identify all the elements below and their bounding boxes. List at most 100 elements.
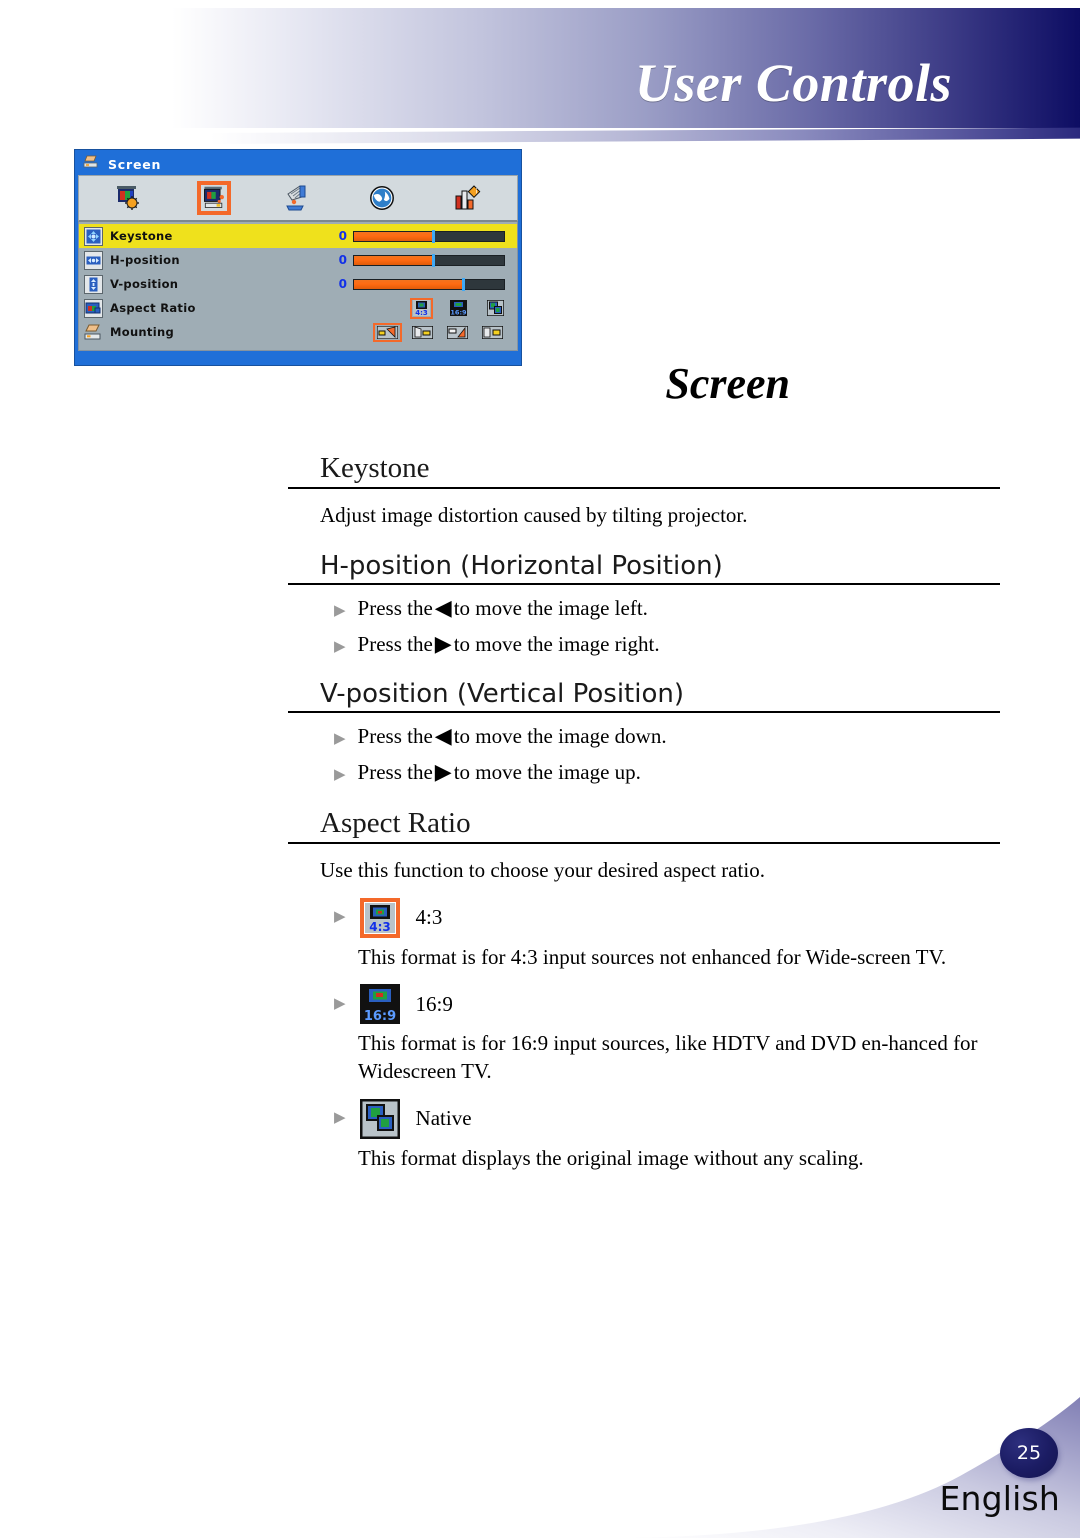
aspect-16-9-icon: 16:9: [359, 984, 400, 1025]
svg-text:4:3: 4:3: [415, 309, 428, 316]
bullet-text-pre: Press the: [357, 596, 433, 621]
aspect-4-3-description: This format is for 4:3 input sources not…: [358, 944, 947, 969]
slider-fill: [354, 279, 462, 289]
h-position-slider[interactable]: [353, 253, 505, 267]
main-content: Keystone Adjust image distortion caused …: [288, 430, 1000, 1173]
language-label: English: [939, 1479, 1060, 1518]
osd-toolbar-image-icon[interactable]: [112, 181, 146, 215]
page-number: 25: [1016, 1442, 1042, 1464]
osd-aspect-4-3-option[interactable]: 4:3: [410, 297, 433, 319]
osd-row-label: H-position: [110, 253, 180, 267]
aspect-option-label: Native: [415, 1106, 472, 1131]
osd-aspect-16-9-option[interactable]: 16:9: [449, 300, 468, 317]
osd-mount-rear-ceiling-option[interactable]: [480, 325, 505, 340]
svg-text:16:9: 16:9: [363, 1009, 395, 1024]
bullet-triangle-icon: ▶: [334, 1110, 346, 1127]
left-arrow-icon: ◀: [434, 595, 452, 621]
slider-marker: [462, 277, 465, 291]
osd-row-aspect-ratio[interactable]: Aspect Ratio 4:3 16:9: [79, 296, 517, 320]
osd-toolbar-language-globe-icon[interactable]: [365, 181, 399, 215]
v-position-slider[interactable]: [353, 277, 505, 291]
osd-row-mounting[interactable]: Mounting: [79, 320, 517, 344]
osd-row-keystone[interactable]: Keystone 0: [79, 224, 517, 248]
bullet-triangle-icon: ▶: [334, 767, 346, 784]
osd-screenshot: Screen i Keystone 0 H-position 0 V-posit…: [74, 149, 522, 366]
page-title: User Controls: [634, 53, 952, 113]
slider-fill: [354, 255, 432, 265]
osd-aspect-native-option[interactable]: [486, 300, 505, 317]
list-item-aspect-4-3: ▶ 4:3 4:3: [288, 897, 1000, 938]
bullet-text-pre: Press the: [357, 760, 433, 785]
slider-marker: [432, 229, 435, 243]
mounting-icon: [83, 155, 100, 174]
bullet-triangle-icon: ▶: [334, 603, 346, 620]
bullet-triangle-icon: ▶: [334, 995, 346, 1012]
osd-aspect-option-group: 4:3 16:9: [410, 297, 505, 319]
svg-text:i: i: [475, 188, 477, 196]
slider-marker: [432, 253, 435, 267]
bullet-text-pre: Press the: [357, 724, 433, 749]
aspect-ratio-icon: [84, 298, 103, 318]
right-arrow-icon: ▶: [434, 631, 452, 657]
subsection-title-vposition: V-position (Vertical Position): [288, 679, 1000, 714]
list-item: ▶ Press the ◀ to move the image down.: [288, 724, 1000, 749]
keystone-icon: [84, 226, 103, 246]
osd-row-v-position[interactable]: V-position 0: [79, 272, 517, 296]
right-arrow-icon: ▶: [434, 759, 452, 785]
bullet-text-pre: Press the: [357, 632, 433, 657]
svg-text:16:9: 16:9: [450, 309, 467, 317]
osd-toolbar-options-icon[interactable]: i: [450, 181, 484, 215]
bullet-text-post: to move the image down.: [453, 724, 667, 749]
svg-text:4:3: 4:3: [369, 920, 391, 933]
osd-toolbar-screen-icon[interactable]: [196, 181, 231, 215]
list-item: ▶ Press the ◀ to move the image left.: [288, 596, 1000, 621]
section-heading: Screen: [665, 359, 790, 408]
list-item: ▶ Press the ▶ to move the image right.: [288, 632, 1000, 657]
osd-row-label: Keystone: [110, 229, 173, 243]
osd-row-h-position[interactable]: H-position 0: [79, 248, 517, 272]
osd-toolbar-setup-icon[interactable]: [281, 181, 315, 215]
osd-row-value: 0: [338, 229, 347, 243]
osd-mount-front-ceiling-option[interactable]: [445, 325, 470, 340]
osd-row-value: 0: [338, 277, 347, 291]
aspect-option-label: 4:3: [415, 905, 443, 930]
left-arrow-icon: ◀: [434, 723, 452, 749]
aspect-native-icon: [359, 1098, 400, 1139]
osd-row-label: Mounting: [110, 325, 174, 339]
aspect-4-3-icon: 4:3: [359, 897, 400, 938]
slider-fill: [354, 231, 432, 241]
aspect-native-description: This format displays the original image …: [358, 1145, 864, 1170]
header-accent-strip: [210, 127, 1080, 144]
osd-title-text: Screen: [108, 156, 162, 172]
h-position-icon: [84, 250, 103, 270]
list-item: ▶ Press the ▶ to move the image up.: [288, 760, 1000, 785]
osd-mount-rear-table-option[interactable]: [410, 325, 435, 340]
bullet-triangle-icon: ▶: [334, 639, 346, 656]
list-item-aspect-native: ▶ Native: [288, 1098, 1000, 1139]
bullet-triangle-icon: ▶: [334, 909, 346, 926]
header-banner: User Controls: [172, 8, 1080, 128]
mounting-icon: [84, 323, 103, 342]
v-position-icon: [84, 274, 103, 294]
osd-row-label: Aspect Ratio: [110, 301, 196, 315]
page-number-badge: 25: [1000, 1428, 1058, 1478]
osd-mount-option-group: [373, 322, 505, 342]
bullet-text-post: to move the image right.: [453, 632, 660, 657]
subsection-title-aspect-ratio: Aspect Ratio: [288, 807, 1000, 845]
bullet-text-post: to move the image up.: [453, 760, 641, 785]
osd-toolbar: i: [78, 175, 518, 222]
keystone-slider[interactable]: [353, 229, 505, 243]
list-item-aspect-16-9: ▶ 16:9 16:9: [288, 984, 1000, 1025]
bullet-triangle-icon: ▶: [334, 731, 346, 748]
aspect-option-label: 16:9: [415, 991, 453, 1016]
osd-row-label: V-position: [110, 277, 179, 291]
osd-titlebar: Screen: [78, 153, 518, 175]
subsection-title-keystone: Keystone: [288, 452, 1000, 489]
osd-mount-front-table-option[interactable]: [373, 322, 402, 342]
bullet-text-post: to move the image left.: [453, 596, 648, 621]
aspect-ratio-description: Use this function to choose your desired…: [320, 858, 765, 883]
osd-menu-list: Keystone 0 H-position 0 V-position 0 Asp…: [78, 222, 518, 351]
osd-row-value: 0: [338, 253, 347, 267]
keystone-description: Adjust image distortion caused by tiltin…: [320, 503, 748, 527]
aspect-16-9-description: This format is for 16:9 input sources, l…: [358, 1031, 978, 1084]
